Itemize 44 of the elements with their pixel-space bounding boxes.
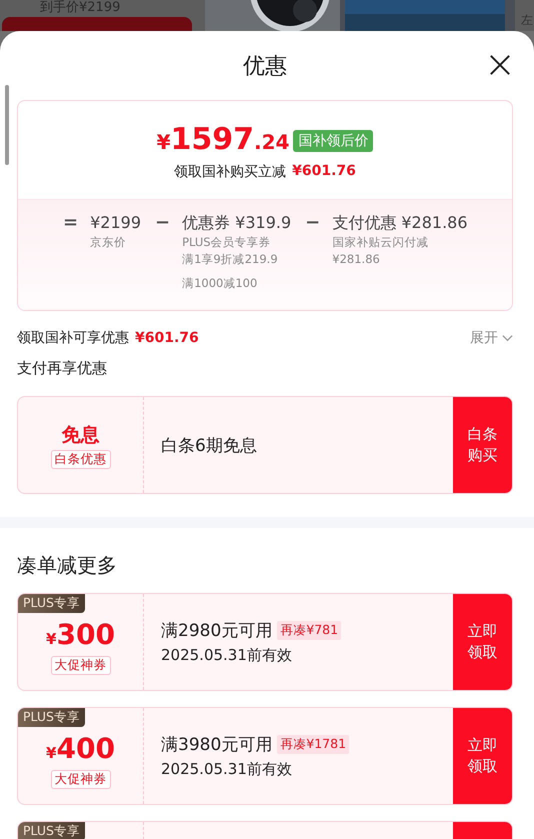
claim-button[interactable]: 立即领取	[453, 708, 512, 804]
subsidy-label: 领取国补可享优惠	[17, 329, 129, 347]
price-value: ¥2199	[90, 212, 141, 234]
validity-text: 2025.05.31前有效	[161, 646, 293, 665]
buy-button[interactable]: 白条购买	[453, 397, 512, 493]
chevron-down-icon	[502, 334, 513, 342]
coupon-condition: 满2980元可用	[161, 620, 272, 642]
close-icon[interactable]	[489, 54, 511, 76]
coupon-type-tag: 大促神券	[50, 770, 110, 788]
price-note: 国家补贴云闪付减	[332, 234, 430, 251]
operator-sign: −	[155, 212, 170, 234]
coupon-type-tag: 大促神券	[50, 656, 110, 674]
coupon-amount: ¥300	[46, 620, 115, 652]
operator-sign: −	[305, 212, 320, 234]
subsidy-badge: 国补领后价	[293, 130, 374, 152]
price-note: 京东价	[90, 234, 128, 251]
plus-tag: PLUS专享	[18, 822, 85, 839]
interest-free-label: 免息	[62, 422, 100, 448]
remaining-tag: 再凑¥781	[277, 621, 342, 640]
price-note: PLUS会员专享券	[182, 234, 272, 251]
price-note: ¥281.86	[332, 251, 381, 268]
final-price: ¥1597.24	[156, 123, 290, 159]
remaining-tag: 再凑¥1781	[277, 735, 350, 754]
claim-button[interactable]: 立即领取	[453, 594, 512, 690]
discount-amount: ¥601.76	[292, 163, 356, 181]
coupon-amount: ¥400	[46, 734, 115, 766]
section-title: 凑单减更多	[17, 552, 118, 579]
section-title: 支付再享优惠	[17, 359, 108, 378]
sheet-title: 优惠	[243, 52, 287, 80]
coupon-condition: 满3980元可用	[161, 734, 272, 756]
discount-label: 领取国补购买立减	[174, 163, 286, 181]
plus-tag: PLUS专享	[18, 594, 85, 613]
installment-description: 白条6期免息	[161, 434, 258, 456]
price-value: 支付优惠 ¥281.86	[332, 212, 468, 234]
plus-tag: PLUS专享	[18, 708, 85, 727]
price-note: 满1享9折减219.9	[182, 251, 279, 268]
subsidy-amount: ¥601.76	[135, 330, 199, 346]
price-note: 满1000减100	[182, 275, 258, 292]
expand-toggle[interactable]: 展开	[470, 329, 513, 347]
buy-button[interactable]	[2, 17, 192, 31]
validity-text: 2025.05.31前有效	[161, 760, 293, 779]
price-value: 优惠券 ¥319.9	[182, 212, 292, 234]
operator-sign: =	[63, 212, 78, 234]
promo-tag: 白条优惠	[50, 450, 110, 468]
